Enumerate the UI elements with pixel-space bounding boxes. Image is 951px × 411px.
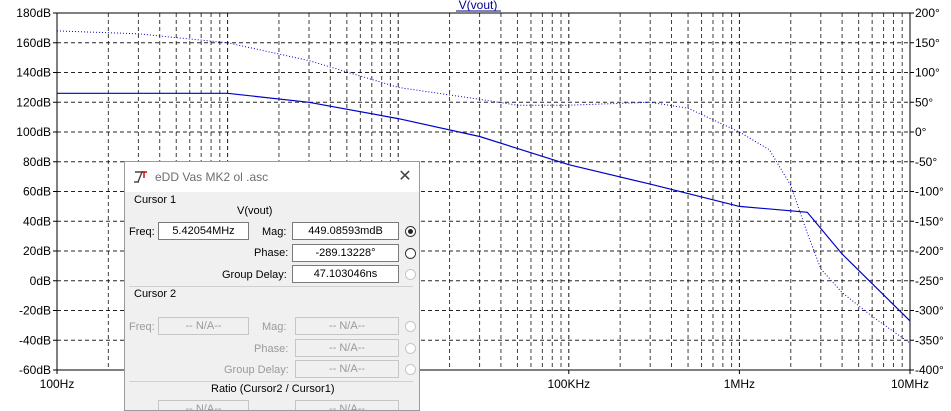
right-axis-label: 50° <box>915 95 933 109</box>
ratio-mag-field[interactable]: -- N/A-- <box>295 400 399 410</box>
cursor2-header: Cursor 2 <box>134 288 177 300</box>
cursor1-freq-label: Freq: <box>129 226 155 238</box>
right-axis-label: 150° <box>915 36 940 50</box>
cursor1-mag-field[interactable]: 449.08593mdB <box>292 222 399 240</box>
left-axis-label: 180dB <box>16 6 51 20</box>
x-axis-label: 1MHz <box>724 377 755 391</box>
right-axis-label: -200° <box>915 244 944 258</box>
right-axis-label: -50° <box>915 155 937 169</box>
cursor2-mag-field[interactable]: -- N/A-- <box>295 317 399 335</box>
cursor1-phase-label: Phase: <box>254 247 289 259</box>
cursor1-gd-radio[interactable] <box>405 269 416 280</box>
left-axis-label: 0dB <box>30 274 51 288</box>
cursor1-phase-radio[interactable] <box>405 248 416 259</box>
dialog-titlebar[interactable]: eDD Vas MK2 ol .asc ✕ <box>125 162 419 192</box>
right-axis-label: 100° <box>915 66 940 80</box>
cursor2-gd-radio[interactable] <box>405 364 416 375</box>
ltspice-icon <box>134 171 147 183</box>
ratio-freq-field[interactable]: -- N/A-- <box>158 400 249 410</box>
cursor2-phase-label: Phase: <box>254 343 289 355</box>
right-axis-label: -350° <box>915 333 944 347</box>
left-axis-label: 100dB <box>16 125 51 139</box>
cursor1-signal: V(vout) <box>237 205 273 217</box>
cursor1-gd-label: Group Delay: <box>222 269 287 281</box>
right-axis-label: -400° <box>915 363 944 377</box>
left-axis-label: -40dB <box>19 333 51 347</box>
right-axis-label: -300° <box>915 304 944 318</box>
right-axis-label: 200° <box>915 6 940 20</box>
cursor2-mag-label: Mag: <box>262 321 287 333</box>
plot-title[interactable]: V(vout) <box>459 0 498 12</box>
x-axis-label: 100Hz <box>40 377 75 391</box>
left-axis-label: 20dB <box>23 244 51 258</box>
ratio-header: Ratio (Cursor2 / Cursor1) <box>211 383 335 395</box>
cursor1-header: Cursor 1 <box>134 194 177 206</box>
right-axis-label: -150° <box>915 214 944 228</box>
cursor1-gd-field[interactable]: 47.103046ns <box>292 265 399 283</box>
right-axis-label: -250° <box>915 274 944 288</box>
cursor2-freq-label: Freq: <box>129 321 155 333</box>
left-axis-label: -60dB <box>19 363 51 377</box>
cursor2-gd-field[interactable]: -- N/A-- <box>295 360 399 378</box>
cursor2-gd-label: Group Delay: <box>224 364 289 376</box>
left-axis-label: 40dB <box>23 214 51 228</box>
close-icon[interactable]: ✕ <box>395 167 415 187</box>
section-divider <box>129 381 413 382</box>
x-axis-label: 100KHz <box>547 377 590 391</box>
left-axis-label: 80dB <box>23 155 51 169</box>
cursor2-mag-radio[interactable] <box>405 321 416 332</box>
cursor1-freq-field[interactable]: 5.42054MHz <box>158 222 249 240</box>
right-axis-label: 0° <box>915 125 927 139</box>
section-divider <box>129 286 413 287</box>
right-axis-label: -100° <box>915 185 944 199</box>
left-axis-label: 140dB <box>16 66 51 80</box>
left-axis-label: 60dB <box>23 185 51 199</box>
cursor2-phase-field[interactable]: -- N/A-- <box>295 339 399 357</box>
dialog-title: eDD Vas MK2 ol .asc <box>155 170 269 184</box>
cursor-dialog[interactable]: eDD Vas MK2 ol .asc ✕ Cursor 1 V(vout) F… <box>124 161 420 411</box>
x-axis-label: 10MHz <box>891 377 929 391</box>
cursor1-mag-label: Mag: <box>262 226 287 238</box>
cursor1-mag-radio[interactable] <box>405 226 416 237</box>
cursor2-freq-field[interactable]: -- N/A-- <box>158 317 249 335</box>
left-axis-label: -20dB <box>19 304 51 318</box>
cursor1-phase-field[interactable]: -289.13228° <box>292 244 399 262</box>
left-axis-label: 160dB <box>16 36 51 50</box>
cursor2-phase-radio[interactable] <box>405 343 416 354</box>
left-axis-label: 120dB <box>16 95 51 109</box>
